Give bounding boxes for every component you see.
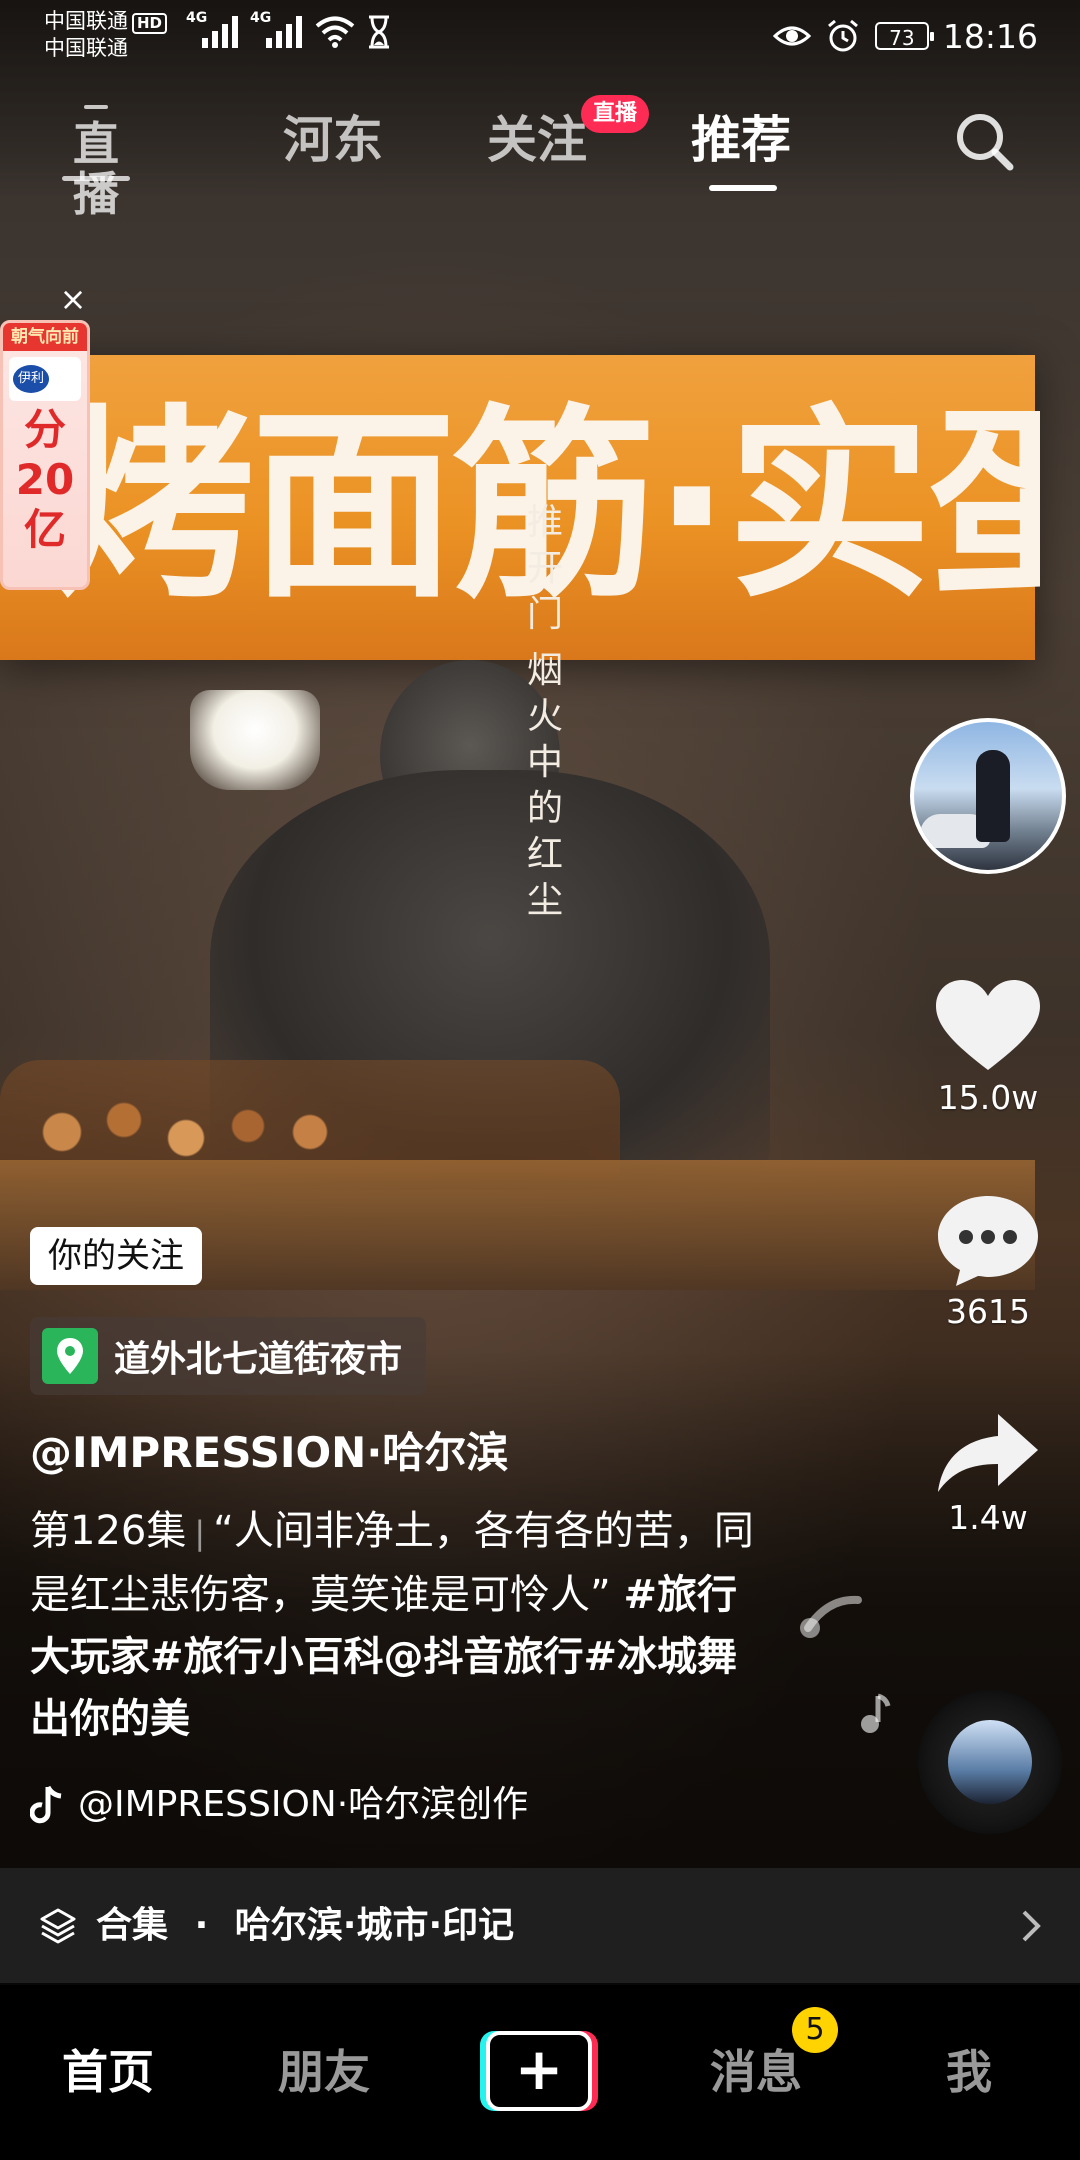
battery-icon: 73: [874, 22, 934, 50]
music-title: @IMPRESSION·哈尔滨创作: [78, 1784, 529, 1825]
comment-icon: [938, 1196, 1038, 1286]
location-name: 道外北七道街夜市: [114, 1339, 403, 1380]
author-name[interactable]: @IMPRESSION·哈尔滨: [30, 1425, 508, 1481]
music-disc-button[interactable]: [918, 1690, 1062, 1834]
alarm-icon: [827, 19, 858, 52]
ad-promo-line-3: 亿: [23, 505, 66, 554]
creator-avatar[interactable]: [910, 718, 1066, 874]
hd-badge: HD: [132, 13, 168, 34]
carrier-1: 中国联通: [44, 9, 128, 33]
tiktok-note-icon: [30, 1785, 62, 1824]
collection-label: 合集: [96, 1905, 169, 1946]
nav-me[interactable]: 我: [946, 2037, 992, 2107]
status-right-group: 73 18:16: [772, 14, 1038, 58]
comment-button[interactable]: 3615: [928, 1192, 1048, 1332]
music-note-small-icon: [861, 1693, 891, 1733]
nav-messages[interactable]: 消息: [710, 2037, 802, 2107]
signal-icon-2: [266, 16, 302, 48]
caption-separator: |: [194, 1514, 206, 1552]
layers-icon: [40, 1908, 76, 1944]
tab-following[interactable]: 关注: [487, 105, 587, 175]
live-label: 直播: [73, 117, 119, 221]
location-chip[interactable]: 道外北七道街夜市: [30, 1317, 427, 1395]
signal-icon-1: [202, 16, 238, 48]
promo-ad-widget[interactable]: 朝气向前 伊利 分 20 亿: [0, 320, 90, 590]
location-pin-icon: [42, 1328, 98, 1384]
collection-dot: ·: [194, 1905, 209, 1946]
live-tv-button[interactable]: 直播: [60, 105, 132, 219]
nav-friends[interactable]: 朋友: [278, 2037, 370, 2107]
ad-promo-line-1: 分: [23, 405, 66, 454]
share-count: 1.4w: [948, 1498, 1028, 1537]
music-note-icon: [800, 1595, 862, 1638]
search-icon[interactable]: [950, 107, 1020, 177]
wifi-icon: [315, 16, 355, 48]
music-cover-image: [948, 1720, 1032, 1804]
plus-icon: +: [486, 2031, 592, 2111]
create-button[interactable]: +: [480, 2031, 598, 2111]
following-live-badge: 直播: [581, 95, 650, 133]
nav-home[interactable]: 首页: [62, 2037, 154, 2107]
status-bar: 中国联通 HD 中国联通 4G 4G 73 18:16: [0, 0, 1080, 70]
ad-close-icon[interactable]: ×: [56, 282, 90, 316]
collection-text: 合集 · 哈尔滨·城市·印记: [96, 1896, 514, 1956]
share-button[interactable]: 1.4w: [928, 1410, 1048, 1538]
live-icon-underline: [62, 176, 130, 181]
episode-number: 第126集: [30, 1508, 187, 1554]
ad-promo-text: 分 20 亿: [7, 405, 83, 555]
carrier-info: 中国联通 HD 中国联通: [44, 8, 168, 62]
ad-banner: 朝气向前: [3, 323, 87, 351]
ad-brand-text: 伊利: [13, 365, 49, 393]
comment-count: 3615: [946, 1292, 1030, 1331]
share-icon: [938, 1414, 1038, 1492]
avatar-person: [976, 750, 1010, 842]
ad-brand-logo: 伊利: [9, 357, 81, 401]
bottom-nav: 首页 朋友 + 消息 5 我: [0, 1985, 1080, 2160]
eye-comfort-icon: [772, 26, 811, 46]
lamp: [190, 690, 320, 790]
top-nav: 直播 河东 关注 直播 推荐: [0, 95, 1080, 219]
like-button[interactable]: 15.0w: [928, 978, 1048, 1118]
video-caption[interactable]: 第126集 | “人间非净土，各有各的苦，同是红尘悲伤客，莫笑谁是可怜人” #旅行大…: [30, 1500, 770, 1750]
chevron-right-icon: [1022, 1910, 1041, 1942]
music-info[interactable]: @IMPRESSION·哈尔滨创作: [30, 1780, 528, 1830]
like-count: 15.0w: [937, 1078, 1039, 1117]
video-overlay-text: 推 开 门 烟 火 中 的 红 尘: [526, 502, 563, 921]
following-tag: 你的关注: [30, 1227, 202, 1285]
carrier-2: 中国联通: [44, 36, 128, 60]
collection-title: 哈尔滨·城市·印记: [234, 1905, 515, 1946]
active-tab-indicator: [709, 185, 777, 191]
collection-bar[interactable]: 合集 · 哈尔滨·城市·印记: [0, 1868, 1080, 1983]
ad-promo-line-2: 20: [15, 455, 75, 504]
tab-recommend[interactable]: 推荐: [691, 105, 791, 175]
messages-badge: 5: [792, 2007, 838, 2053]
clock-time: 18:16: [942, 16, 1038, 56]
tab-hedong[interactable]: 河东: [283, 105, 383, 175]
live-icon-tick: [84, 105, 108, 109]
hourglass-icon: [369, 15, 389, 49]
heart-icon: [936, 980, 1040, 1070]
